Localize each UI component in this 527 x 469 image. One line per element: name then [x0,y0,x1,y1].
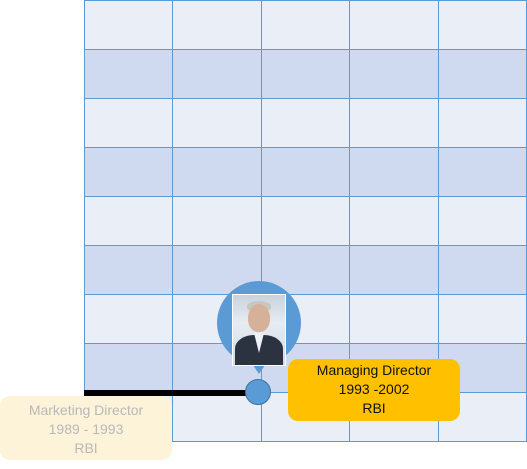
grid-cell [85,99,174,148]
grid-cell [350,295,439,344]
timeline-point[interactable] [245,379,271,405]
grid-cell [350,99,439,148]
grid-cell [85,50,174,99]
grid-cell [261,99,351,148]
grid-cell [261,148,351,197]
grid-cell [261,197,351,246]
grid-cell [438,197,527,246]
grid-cell [173,197,262,246]
grid-cell [173,148,262,197]
grid-cell [173,99,262,148]
grid-cell [350,1,439,50]
current-role-period: 1993 -2002 [338,381,410,397]
grid-cell [261,50,351,99]
grid-cell [438,246,527,295]
grid-cell [350,197,439,246]
grid-cell [85,1,174,50]
grid-cell [85,197,174,246]
grid-cell [438,50,527,99]
grid-cell [85,344,174,393]
grid-cell [438,1,527,50]
grid-cell [85,246,174,295]
current-role-title: Managing Director [316,362,432,378]
person-photo-icon [232,294,286,366]
current-role-card[interactable]: Managing Director 1993 -2002 RBI [288,359,460,421]
previous-role-card[interactable]: Marketing Director 1989 - 1993 RBI [0,396,172,460]
previous-role-company: RBI [74,440,98,456]
grid-cell [350,50,439,99]
grid-cell [85,148,174,197]
grid-cell [350,246,439,295]
grid-cell [438,99,527,148]
previous-role-title: Marketing Director [28,402,144,418]
grid-cell [85,295,174,344]
grid-cell [173,50,262,99]
photo-head [248,304,270,332]
grid-cell [173,1,262,50]
grid-cell [438,295,527,344]
grid-cell [261,1,351,50]
current-role-company: RBI [362,400,386,416]
grid-cell [350,148,439,197]
previous-role-period: 1989 - 1993 [48,421,124,437]
grid-cell [438,148,527,197]
